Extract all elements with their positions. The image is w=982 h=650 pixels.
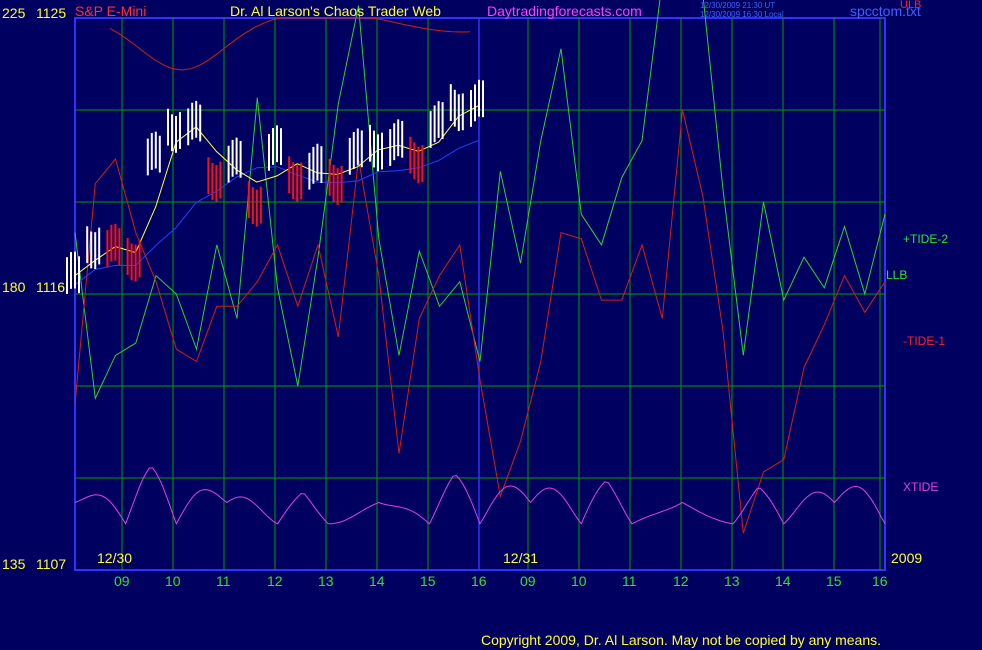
x-tick-label: 11 bbox=[622, 573, 637, 589]
x-tick-label: 13 bbox=[724, 573, 740, 589]
instrument-label: S&P E-Mini bbox=[75, 3, 146, 19]
x-tick-label: 09 bbox=[520, 573, 536, 589]
axis-bot-price: 1107 bbox=[36, 556, 66, 572]
ulb-label: ULB bbox=[900, 0, 921, 11]
legend-llb: LLB bbox=[886, 268, 907, 282]
legend-tide1: -TIDE-1 bbox=[903, 334, 945, 348]
x-tick-label: 16 bbox=[471, 573, 487, 589]
copyright-text: Copyright 2009, Dr. Al Larson. May not b… bbox=[481, 632, 881, 648]
site-label[interactable]: Daytradingforecasts.com bbox=[487, 3, 642, 19]
axis-top-osc: 225 bbox=[2, 5, 26, 21]
chart-title: Dr. Al Larson's Chaos Trader Web bbox=[230, 3, 441, 19]
legend-tide2: +TIDE-2 bbox=[903, 232, 948, 246]
date-label-2: 12/31 bbox=[503, 550, 538, 566]
x-tick-label: 15 bbox=[826, 573, 842, 589]
date-label-1: 12/30 bbox=[97, 550, 132, 566]
x-tick-label: 16 bbox=[872, 573, 888, 589]
x-tick-label: 13 bbox=[318, 573, 334, 589]
x-tick-label: 12 bbox=[673, 573, 689, 589]
chart-canvas: 09 10 11 12 13 14 15 16 09 10 11 12 13 14 15 16 S&P E-M… bbox=[0, 0, 982, 650]
axis-bot-osc: 135 bbox=[2, 556, 26, 572]
x-tick-label: 10 bbox=[571, 573, 587, 589]
chart-background bbox=[0, 0, 982, 650]
x-tick-label: 11 bbox=[216, 573, 231, 589]
year-label: 2009 bbox=[891, 550, 922, 566]
timestamp-local: 12/30/2009 16:30 Local bbox=[700, 10, 784, 19]
x-tick-label: 14 bbox=[775, 573, 791, 589]
axis-mid-osc: 180 bbox=[2, 279, 26, 295]
legend-xtide: XTIDE bbox=[903, 480, 938, 494]
timestamp-ut: 12/30/2009 21:30 UT bbox=[700, 1, 775, 10]
x-tick-label: 12 bbox=[267, 573, 283, 589]
axis-top-price: 1125 bbox=[36, 5, 66, 21]
x-tick-label: 15 bbox=[420, 573, 436, 589]
axis-mid-price: 1116 bbox=[36, 279, 65, 295]
x-tick-label: 10 bbox=[165, 573, 181, 589]
x-tick-label: 09 bbox=[114, 573, 130, 589]
x-tick-label: 14 bbox=[369, 573, 385, 589]
